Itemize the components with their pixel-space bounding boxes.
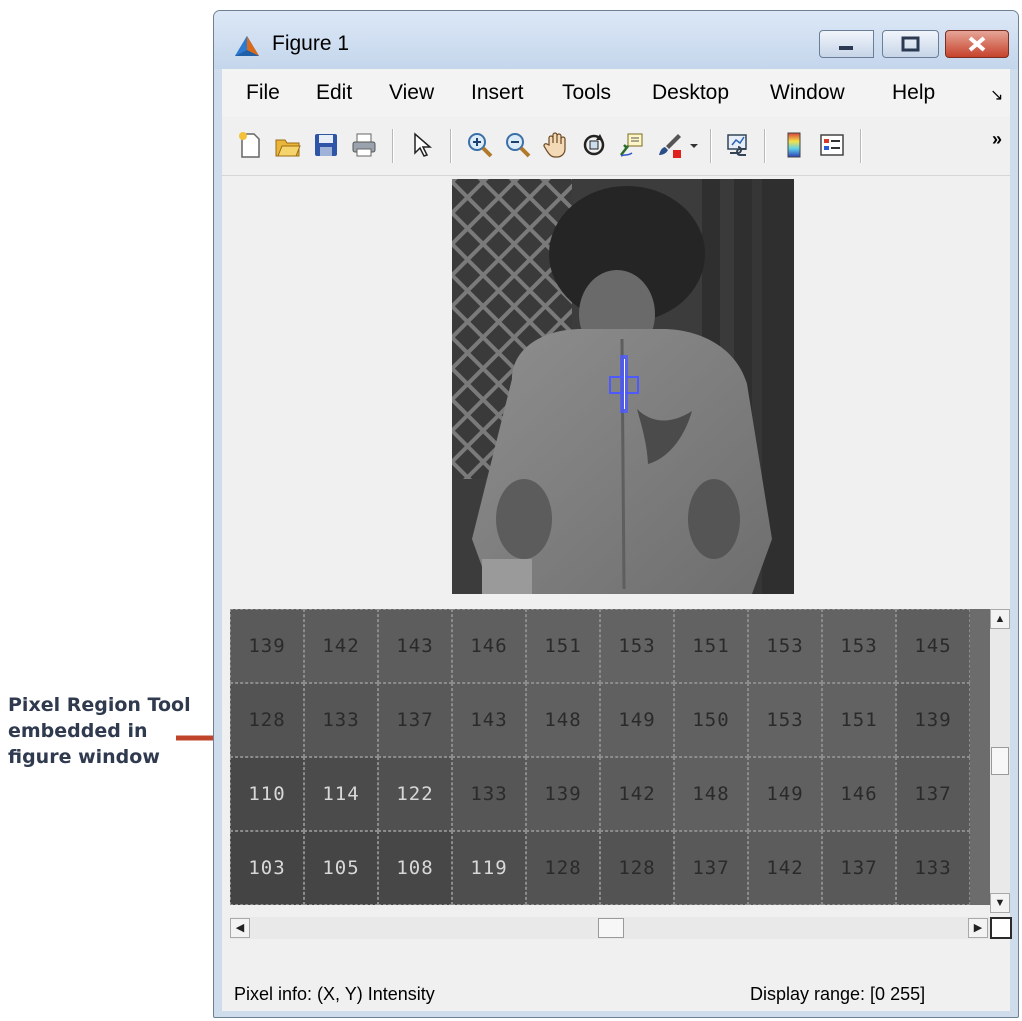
pixel-cell: 145 [896,609,970,683]
close-icon [968,36,986,52]
pixel-cell: 128 [526,831,600,905]
maximize-icon [901,36,920,52]
pixel-cell: 137 [896,757,970,831]
menu-overflow-icon[interactable]: ↘ [990,85,1003,105]
link-plot-icon[interactable] [724,131,752,159]
pixel-cell: 139 [526,757,600,831]
display-range-label: Display range: [0 255] [750,984,926,1004]
toolbar-separator [764,129,766,163]
pixel-cell: 128 [600,831,674,905]
pixel-cell: 137 [822,831,896,905]
pixel-cell: 105 [304,831,378,905]
scroll-right-button[interactable]: ▶ [968,918,988,938]
pan-icon[interactable] [542,131,570,159]
zoom-in-icon[interactable] [466,131,494,159]
pixel-cell: 119 [452,831,526,905]
horizontal-scroll-thumb[interactable] [598,918,624,938]
brush-icon[interactable] [656,131,684,159]
pixel-cell: 148 [674,757,748,831]
pixel-cell: 146 [452,609,526,683]
menu-help[interactable]: Help [892,81,935,105]
window-title: Figure 1 [272,32,350,55]
vertical-scroll-thumb[interactable] [991,747,1009,775]
matlab-logo-icon [235,36,259,56]
pixel-cell: 151 [674,609,748,683]
pixel-cell: 142 [748,831,822,905]
maximize-button[interactable] [882,30,939,58]
pixel-cell: 146 [822,757,896,831]
minimize-button[interactable] [819,30,874,58]
pixel-cell: 150 [674,683,748,757]
chevron-down-icon[interactable] [688,131,700,159]
close-button[interactable] [945,30,1009,58]
pixel-cell: 139 [896,683,970,757]
menu-file[interactable]: File [246,81,280,105]
menu-insert[interactable]: Insert [471,81,524,105]
figure-client-area: File Edit View Insert Tools Desktop Wind… [222,69,1012,1011]
grayscale-image[interactable] [452,179,794,594]
pixel-cell: 133 [304,683,378,757]
vertical-scrollbar[interactable]: ▲ ▼ [990,609,1010,913]
scroll-down-button[interactable]: ▼ [990,893,1010,913]
save-figure-icon[interactable] [312,131,340,159]
toolbar-separator [450,129,452,163]
pixel-cell: 149 [600,683,674,757]
menu-edit[interactable]: Edit [316,81,352,105]
pixel-cell: 114 [304,757,378,831]
edit-plot-icon[interactable] [408,131,436,159]
toolbar-separator [710,129,712,163]
open-file-icon[interactable] [274,131,302,159]
new-figure-icon[interactable] [236,131,264,159]
menu-view[interactable]: View [389,81,434,105]
annotation-line: Pixel Region Tool [8,694,191,716]
toolbar-separator [392,129,394,163]
pixel-region-grid[interactable]: 139 142 143 146 151 153 151 153 153 145 128 133 137 1… [230,609,990,905]
toolbar-separator [860,129,862,163]
menu-bar: File Edit View Insert Tools Desktop Wind… [222,69,1010,117]
pixel-cell: 133 [896,831,970,905]
menu-tools[interactable]: Tools [562,81,611,105]
pixel-cell: 148 [526,683,600,757]
data-cursor-icon[interactable] [618,131,646,159]
menu-window[interactable]: Window [770,81,845,105]
horizontal-scrollbar[interactable]: ◀ ▶ [230,917,990,939]
pixel-cell: 142 [304,609,378,683]
title-bar[interactable]: Figure 1 [214,11,1018,69]
pixel-cell: 137 [378,683,452,757]
pixel-cell: 153 [822,609,896,683]
insert-legend-icon[interactable] [818,131,846,159]
scroll-left-button[interactable]: ◀ [230,918,250,938]
pixel-cell: 108 [378,831,452,905]
menu-desktop[interactable]: Desktop [652,81,729,105]
pixel-cell: 128 [230,683,304,757]
pixel-cell: 149 [748,757,822,831]
pixel-cell: 151 [526,609,600,683]
rotate-3d-icon[interactable] [580,131,608,159]
pixel-cell: 151 [822,683,896,757]
pixel-cell: 153 [748,683,822,757]
figure-window: Figure 1 File Edit View Insert Tools Des… [213,10,1019,1018]
insert-colorbar-icon[interactable] [780,131,808,159]
scroll-up-button[interactable]: ▲ [990,609,1010,629]
pixel-cell: 139 [230,609,304,683]
zoom-out-icon[interactable] [504,131,532,159]
toolbar-overflow-icon[interactable]: » [992,129,1002,150]
pixel-cell: 143 [378,609,452,683]
pixel-cell: 133 [452,757,526,831]
figure-toolbar: » [222,117,1010,176]
scroll-corner [990,917,1012,939]
pixel-cell: 122 [378,757,452,831]
minimize-icon [839,46,853,50]
pixel-cell: 153 [600,609,674,683]
pixel-cell: 137 [674,831,748,905]
pixel-cell: 143 [452,683,526,757]
pixel-cell: 110 [230,757,304,831]
pixel-cell: 153 [748,609,822,683]
pixel-info-label: Pixel info: (X, Y) Intensity [234,984,435,1004]
pixel-cell: 142 [600,757,674,831]
print-figure-icon[interactable] [350,131,378,159]
pixel-cell: 103 [230,831,304,905]
